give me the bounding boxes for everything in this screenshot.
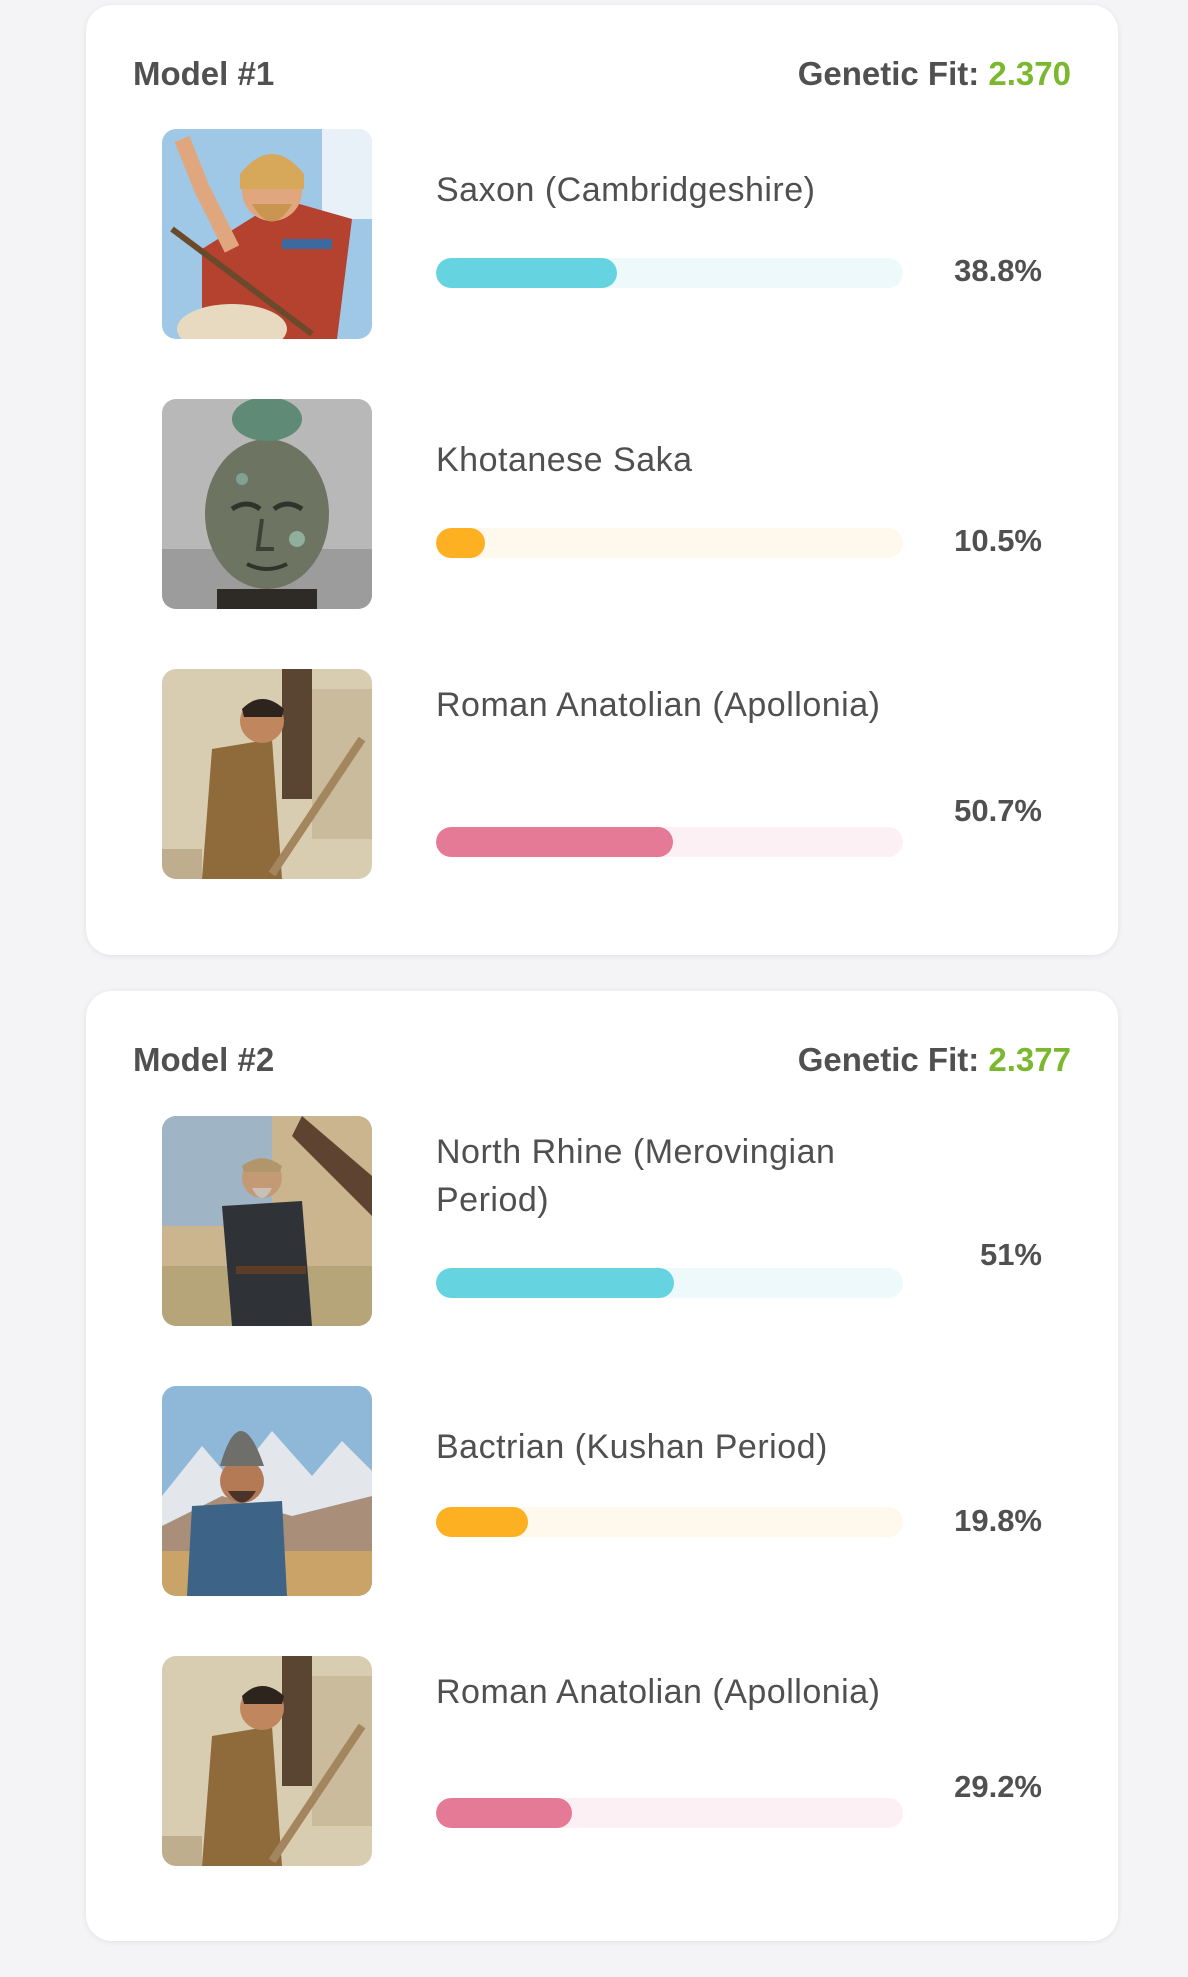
ancestry-row[interactable]: Roman Anatolian (Apollonia) 50.7% [162, 669, 1118, 879]
percentage-bar [436, 1268, 903, 1298]
population-name: Roman Anatolian (Apollonia) [436, 686, 881, 724]
genetic-fit: Genetic Fit: 2.370 [798, 55, 1071, 93]
bactrian-man-mountains [162, 1386, 372, 1596]
model-title: Model #1 [133, 55, 275, 92]
percentage-value: 50.7% [954, 793, 1042, 828]
merovingian-man-painting [162, 1116, 372, 1326]
percentage-bar [436, 1798, 903, 1828]
population-name: Roman Anatolian (Apollonia) [436, 1673, 881, 1711]
percentage-value: 51% [979, 1237, 1042, 1272]
population-name: Khotanese Saka [436, 441, 693, 479]
percentage-bar [436, 528, 903, 558]
percentage-bar-fill [436, 1507, 529, 1537]
percentage-bar-fill [436, 528, 486, 558]
model-card-1: Model #1 Genetic Fit: 2.370 Saxon (Cambr… [86, 5, 1118, 955]
genetic-fit-value: 2.377 [988, 1041, 1071, 1078]
population-name: Saxon (Cambridgeshire) [436, 171, 816, 209]
genetic-fit-label: Genetic Fit: [797, 55, 980, 92]
model-card-2: Model #2 Genetic Fit: 2.377 North Rhine … [86, 991, 1118, 1941]
genetic-fit-label: Genetic Fit: [797, 1041, 980, 1078]
percentage-value: 38.8% [954, 253, 1042, 288]
card-header: Model #2 Genetic Fit: 2.377 [133, 1041, 1071, 1079]
genetic-fit: Genetic Fit: 2.377 [798, 1041, 1071, 1079]
percentage-bar [436, 1507, 903, 1537]
model-title: Model #2 [133, 1041, 275, 1078]
genetic-fit-value: 2.370 [988, 55, 1071, 92]
ancestry-row[interactable]: Khotanese Saka 10.5% [162, 399, 1118, 609]
percentage-value: 10.5% [954, 523, 1042, 558]
roman-laborer-painting [162, 1656, 372, 1866]
population-name: North Rhine (Merovingian Period) [436, 1133, 836, 1219]
percentage-bar-fill [436, 258, 618, 288]
percentage-bar-fill [436, 1798, 573, 1828]
population-name: Bactrian (Kushan Period) [436, 1428, 828, 1466]
percentage-bar-fill [436, 827, 673, 857]
percentage-bar [436, 827, 903, 857]
ancestry-row[interactable]: Saxon (Cambridgeshire) 38.8% [162, 129, 1118, 339]
bronze-head-sculpture [162, 399, 372, 609]
percentage-value: 29.2% [954, 1769, 1042, 1804]
card-header: Model #1 Genetic Fit: 2.370 [133, 55, 1071, 93]
ancestry-row[interactable]: North Rhine (Merovingian Period) 51% [162, 1116, 1118, 1326]
ancestry-row[interactable]: Roman Anatolian (Apollonia) 29.2% [162, 1656, 1118, 1866]
roman-laborer-painting [162, 669, 372, 879]
ancestry-row[interactable]: Bactrian (Kushan Period) 19.8% [162, 1386, 1118, 1596]
percentage-bar-fill [436, 1268, 675, 1298]
percentage-value: 19.8% [954, 1503, 1042, 1538]
viking-warrior-portrait [162, 129, 372, 339]
percentage-bar [436, 258, 903, 288]
